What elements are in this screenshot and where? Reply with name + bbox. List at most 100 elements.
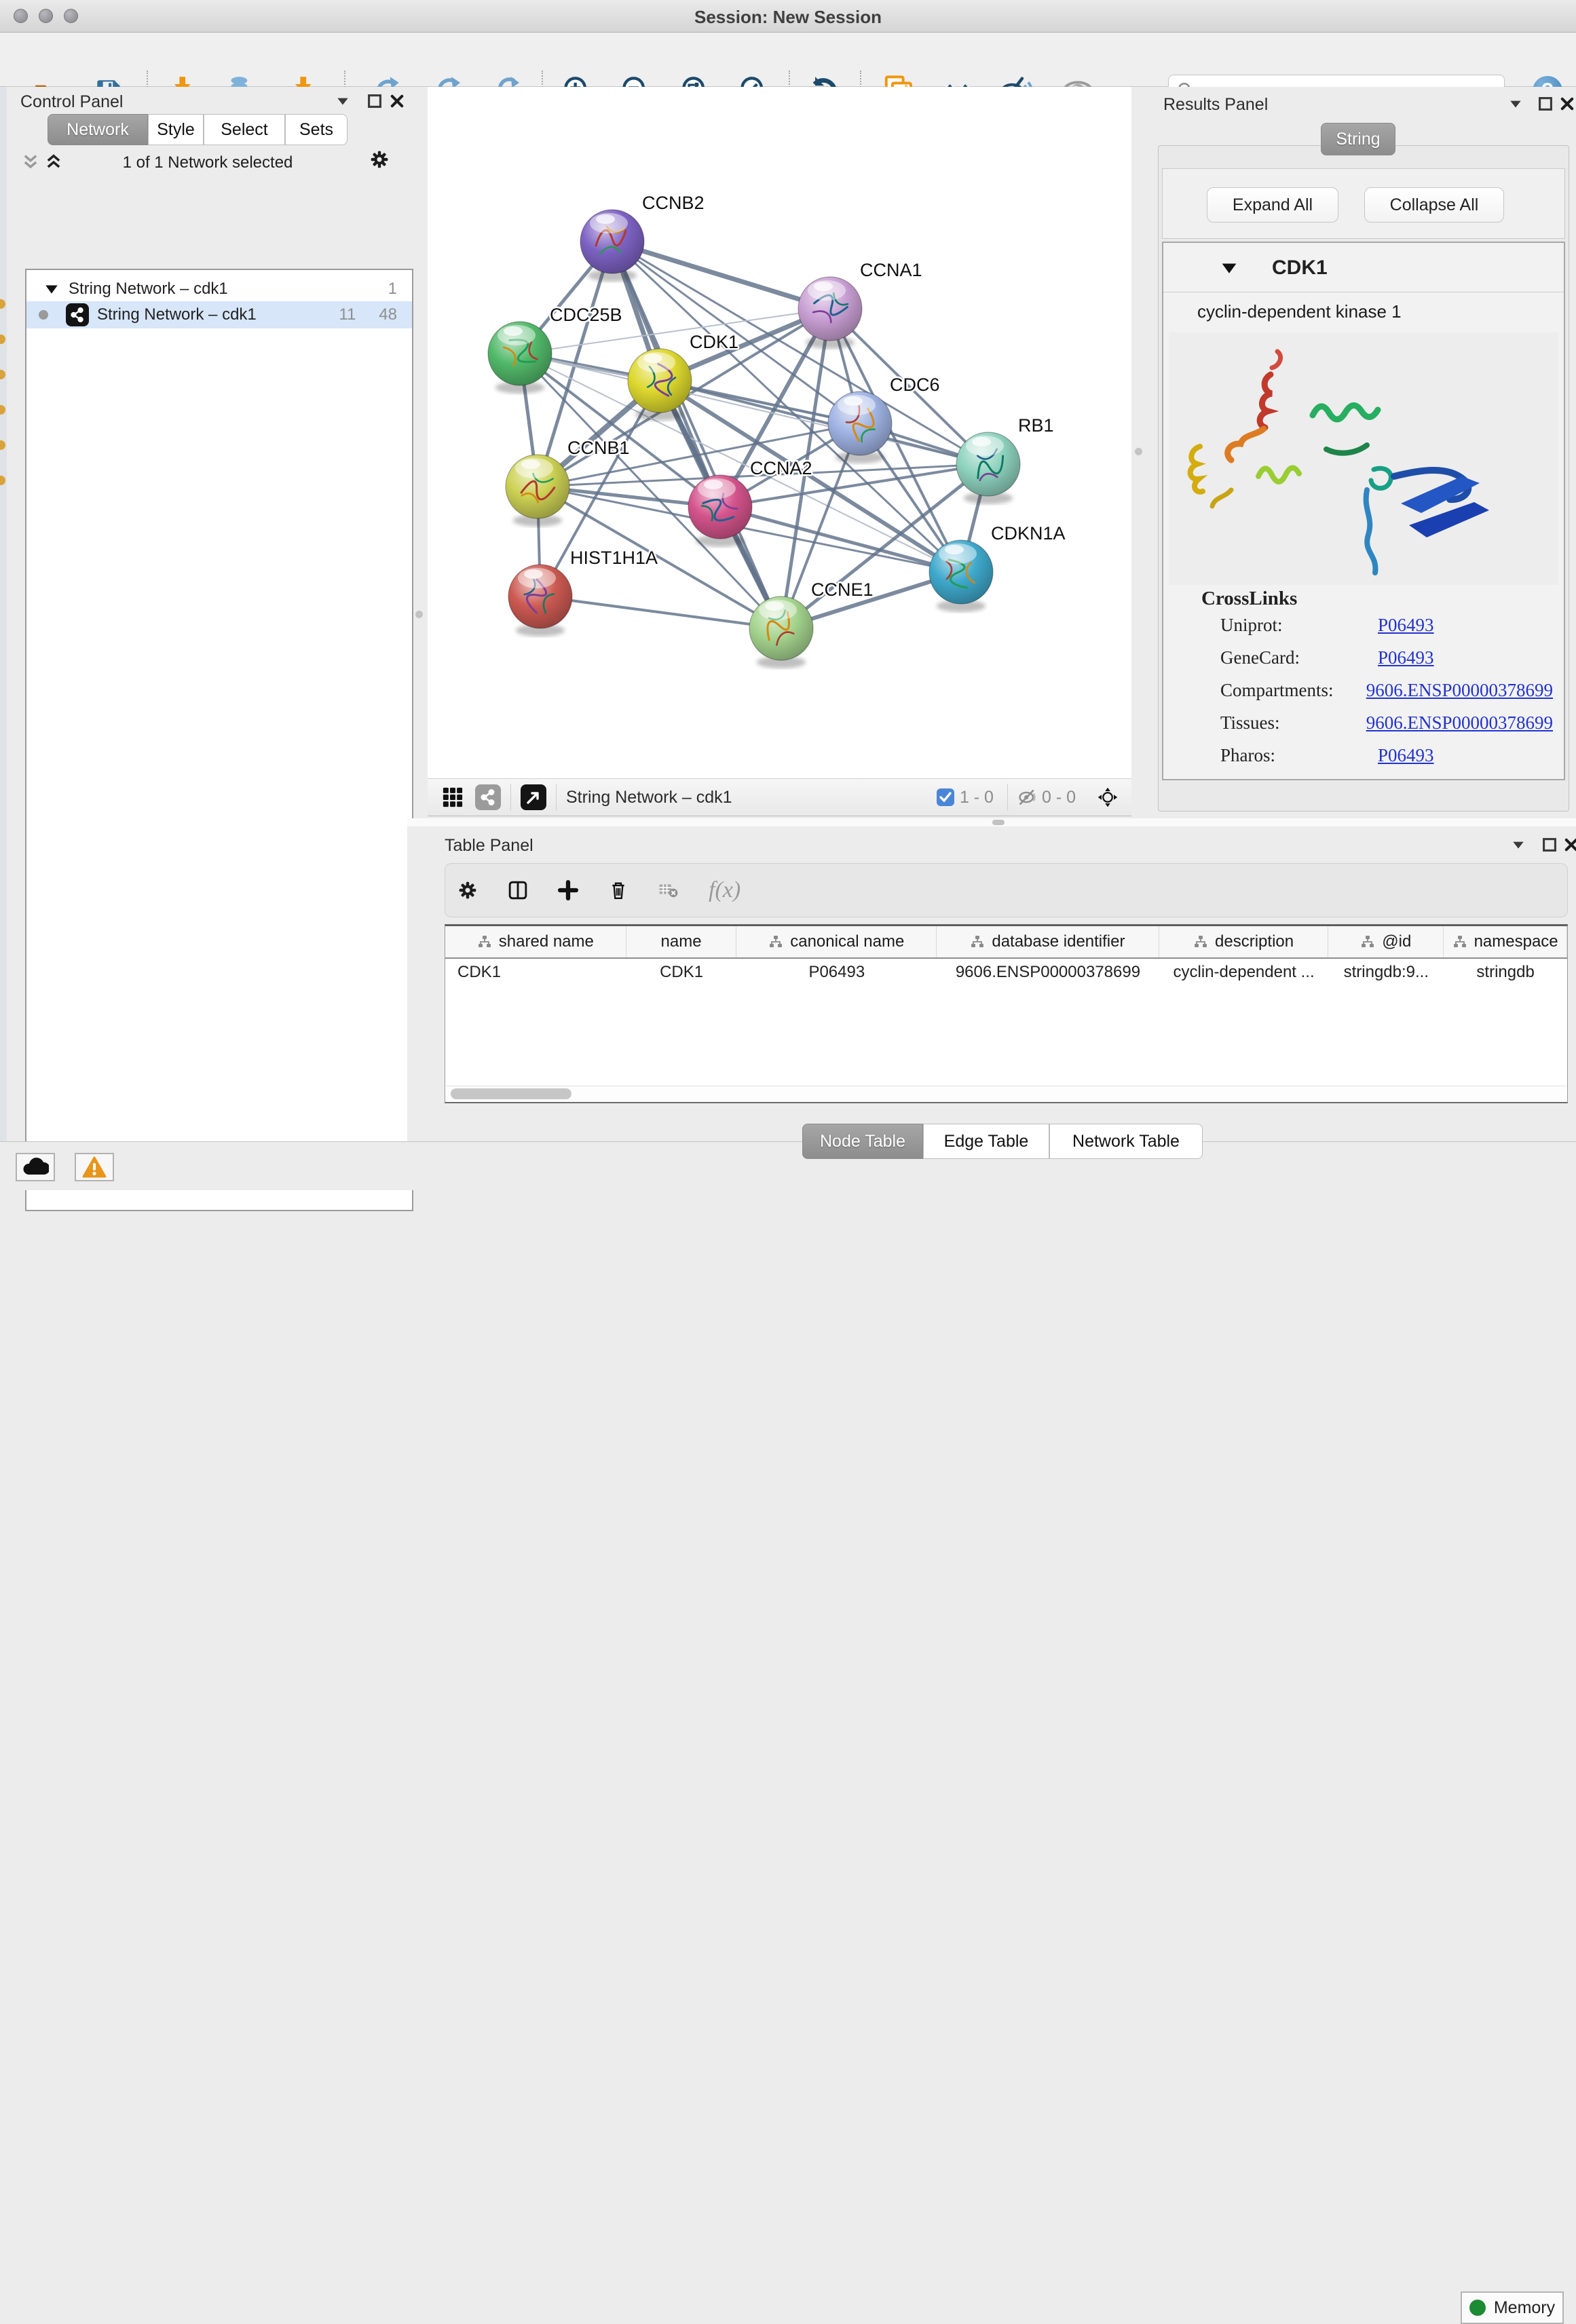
float-menu-icon[interactable] [333,91,353,111]
show-columns-icon[interactable] [508,880,528,900]
table-cell[interactable]: 9606.ENSP00000378699 [937,959,1159,986]
table-cell[interactable]: CDK1 [626,959,737,986]
edge-CCNB2-CCNA1[interactable] [612,242,830,309]
crosslink-row: GeneCard:P06493 [1220,647,1553,668]
crosslink-label: Tissues: [1220,712,1366,734]
column-header--id[interactable]: @id [1328,926,1444,957]
hierarchy-icon [1193,935,1208,949]
close-panel-icon[interactable] [1561,835,1576,855]
memory-button[interactable]: Memory [1461,2291,1564,2324]
splitter-grip[interactable] [992,820,1005,825]
tree-network-row-selected[interactable]: String Network – cdk11148 [26,301,412,328]
node-count: 11 [339,305,356,324]
tree-root-row[interactable]: String Network – cdk11 [26,277,412,301]
close-panel-icon[interactable] [1557,94,1576,114]
node-CDKN1A[interactable]: CDKN1A [929,523,1066,612]
horizontal-splitter[interactable] [407,818,1576,826]
column-header-database-identifier[interactable]: database identifier [937,926,1159,957]
table-cell[interactable]: cyclin-dependent ... [1159,959,1329,986]
tab-string-results[interactable]: String [1321,123,1395,155]
network-options-gear-icon[interactable] [369,149,390,170]
node-label-CCNA2: CCNA2 [750,458,812,478]
pan-crosshair-icon[interactable] [1097,787,1118,807]
table-cell[interactable]: CDK1 [445,959,626,986]
column-header-canonical-name[interactable]: canonical name [736,926,937,957]
crosslink-link[interactable]: P06493 [1378,647,1434,668]
cloud-status-icon[interactable] [16,1153,55,1181]
view-dot-icon [39,310,48,320]
function-builder-icon[interactable]: f(x) [709,877,740,903]
column-label: canonical name [790,932,904,951]
tab-node-table[interactable]: Node Table [802,1124,923,1159]
grid-view-icon[interactable] [443,787,463,807]
crosslink-link[interactable]: 9606.ENSP00000378699 [1366,680,1553,701]
tab-select[interactable]: Select [204,114,285,145]
table-horizontal-scrollbar[interactable] [447,1086,1566,1101]
hierarchy-icon [768,935,783,949]
network-share-icon[interactable] [475,784,501,810]
collapse-caret-icon[interactable] [44,282,59,297]
tab-style[interactable]: Style [148,114,204,145]
add-column-icon[interactable] [558,880,578,900]
hidden-eye-icon[interactable] [1017,787,1038,807]
collapse-section-icon[interactable] [1219,258,1239,278]
table-panel-title: Table Panel [445,836,533,856]
edge-HIST1H1A-CCNE1[interactable] [540,596,781,628]
close-panel-icon[interactable] [387,91,407,111]
node-CCNB2[interactable]: CCNB2 [580,193,705,282]
column-header-name[interactable]: name [626,926,737,957]
protein-description: cyclin-dependent kinase 1 [1197,301,1402,322]
protein-structure-image [1169,332,1558,585]
column-label: namespace [1474,932,1558,951]
column-label: database identifier [992,932,1125,951]
node-label-CDC6: CDC6 [890,375,940,395]
float-window-icon[interactable] [1539,835,1560,855]
node-RB1[interactable]: RB1 [956,415,1054,504]
warning-status-icon[interactable] [75,1153,114,1181]
float-menu-icon[interactable] [1505,94,1526,114]
scrollbar-thumb[interactable] [451,1088,571,1099]
network-canvas[interactable]: CCNB2CCNA1CDC25BCDK1CDC6RB1CCNB1CCNA2CDK… [428,87,1131,778]
network-tree: String Network – cdk11String Network – c… [25,269,413,1211]
table-settings-gear-icon[interactable] [457,880,478,900]
column-header-description[interactable]: description [1159,926,1329,957]
right-splitter-handle[interactable] [1135,448,1142,455]
column-header-namespace[interactable]: namespace [1444,926,1567,957]
tab-network-table[interactable]: Network Table [1049,1124,1203,1159]
collapse-all-button[interactable]: Collapse All [1364,187,1504,223]
left-splitter-handle[interactable] [415,611,423,618]
node-CDK1[interactable]: CDK1 [628,332,738,421]
delete-column-icon[interactable] [608,880,628,900]
table-cell[interactable]: stringdb [1444,959,1567,986]
node-label-CCNE1: CCNE1 [811,579,874,600]
column-label: name [661,932,702,951]
tab-edge-table[interactable]: Edge Table [923,1124,1049,1159]
table-row[interactable]: CDK1CDK1P064939606.ENSP00000378699cyclin… [445,959,1567,986]
selected-checkbox-icon[interactable] [935,787,956,807]
delete-table-icon[interactable] [658,880,679,900]
edge-CCNB2-CCNE1[interactable] [612,242,781,628]
node-CDC6[interactable]: CDC6 [828,375,940,463]
node-table[interactable]: shared name name canonical name database id… [445,924,1568,1103]
float-menu-icon[interactable] [1508,835,1528,855]
float-window-icon[interactable] [364,91,385,111]
network-selection-status: 1 of 1 Network selected [8,153,407,172]
protein-name: CDK1 [1272,256,1328,280]
column-label: shared name [499,932,594,951]
column-header-shared-name[interactable]: shared name [445,926,626,957]
crosslink-link[interactable]: P06493 [1378,615,1434,636]
network-graph[interactable]: CCNB2CCNA1CDC25BCDK1CDC6RB1CCNB1CCNA2CDK… [428,87,1131,778]
node-CCNA1[interactable]: CCNA1 [798,260,922,349]
crosslink-link[interactable]: 9606.ENSP00000378699 [1366,712,1553,734]
tab-network[interactable]: Network [48,114,148,145]
table-cell[interactable]: P06493 [737,959,937,986]
node-label-CDC25B: CDC25B [550,305,622,325]
crosslink-link[interactable]: P06493 [1378,745,1434,766]
node-HIST1H1A[interactable]: HIST1H1A [508,548,658,636]
tab-sets[interactable]: Sets [285,114,348,145]
node-CCNE1[interactable]: CCNE1 [749,579,874,668]
birds-eye-view-icon[interactable] [521,784,546,810]
expand-all-button[interactable]: Expand All [1207,187,1338,223]
table-cell[interactable]: stringdb:9... [1328,959,1444,986]
float-window-icon[interactable] [1535,94,1556,114]
